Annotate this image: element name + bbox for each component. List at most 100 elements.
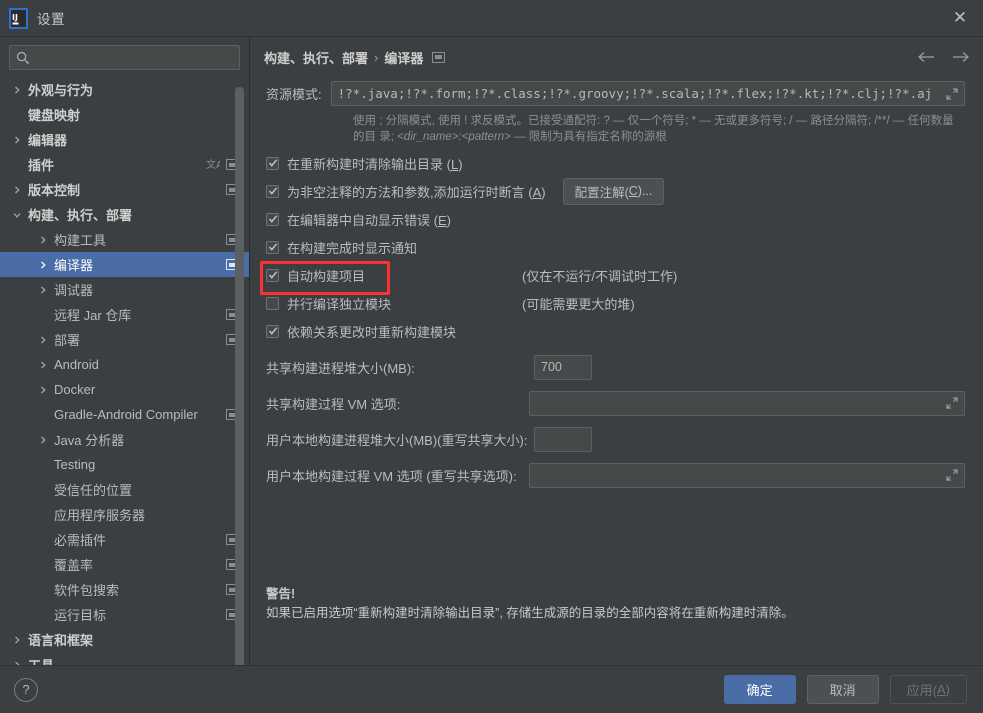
chevron-right-icon[interactable] bbox=[36, 361, 49, 369]
sidebar-item-10[interactable]: 部署 bbox=[0, 327, 249, 352]
checkbox-4[interactable] bbox=[266, 268, 279, 282]
configure-annotations-mnemonic: C bbox=[628, 184, 638, 198]
sidebar-item-16[interactable]: 受信任的位置 bbox=[0, 477, 249, 502]
checkbox-note-4: (仅在不运行/不调试时工作) bbox=[522, 268, 678, 284]
chevron-right-icon[interactable] bbox=[36, 386, 49, 394]
sidebar-item-1[interactable]: 键盘映射 bbox=[0, 102, 249, 127]
breadcrumb-parent[interactable]: 构建、执行、部署 bbox=[264, 48, 368, 67]
checkbox-label-suffix: ) bbox=[541, 184, 546, 200]
configure-annotations-button[interactable]: 配置注解(C)... bbox=[562, 177, 665, 205]
field-label-2: 用户本地构建进程堆大小(MB)(重写共享大小): bbox=[266, 432, 528, 448]
checkbox-6[interactable] bbox=[266, 324, 279, 338]
sidebar-scrollbar-thumb[interactable] bbox=[235, 87, 244, 665]
sidebar-item-8[interactable]: 调试器 bbox=[0, 277, 249, 302]
sidebar-item-label: 远程 Jar 仓库 bbox=[54, 308, 132, 323]
checkbox-1[interactable] bbox=[266, 184, 279, 198]
checkbox-row-2[interactable]: 在编辑器中自动显示错误 (E) bbox=[266, 207, 965, 231]
checkbox-row-5[interactable]: 并行编译独立模块 (可能需要更大的堆) bbox=[266, 291, 965, 315]
sidebar-item-4[interactable]: 版本控制 bbox=[0, 177, 249, 202]
arrow-left-icon[interactable] bbox=[918, 51, 935, 63]
checkbox-3[interactable] bbox=[266, 240, 279, 254]
sidebar-item-14[interactable]: Java 分析器 bbox=[0, 427, 249, 452]
sidebar-item-label: Testing bbox=[54, 457, 96, 472]
sidebar-item-9[interactable]: 远程 Jar 仓库 bbox=[0, 302, 249, 327]
sidebar-item-18[interactable]: 必需插件 bbox=[0, 527, 249, 552]
expand-icon[interactable] bbox=[945, 469, 958, 482]
settings-tree[interactable]: 外观与行为 键盘映射 编辑器 插件 文A 版本控制 构建、执行、部署构建工具编译器调试器远程… bbox=[0, 77, 249, 665]
sidebar-item-label: Gradle-Android Compiler bbox=[54, 407, 198, 422]
checkbox-0[interactable] bbox=[266, 156, 279, 170]
sidebar-item-0[interactable]: 外观与行为 bbox=[0, 77, 249, 102]
checkbox-row-4[interactable]: 自动构建项目 (仅在不运行/不调试时工作) bbox=[260, 261, 965, 295]
sidebar-item-23[interactable]: 工具 bbox=[0, 652, 249, 665]
sidebar-item-label: 插件 bbox=[28, 158, 55, 173]
sidebar-item-12[interactable]: Docker bbox=[0, 377, 249, 402]
sidebar-item-7[interactable]: 编译器 bbox=[0, 252, 249, 277]
checkbox-5[interactable] bbox=[266, 296, 279, 310]
chevron-right-icon[interactable] bbox=[36, 236, 49, 244]
sidebar-item-6[interactable]: 构建工具 bbox=[0, 227, 249, 252]
sidebar-item-label: 工具 bbox=[28, 655, 239, 665]
expand-icon[interactable] bbox=[945, 87, 958, 100]
chevron-right-icon[interactable] bbox=[36, 436, 49, 444]
sidebar-item-label: Docker bbox=[54, 382, 96, 397]
checkbox-row-0[interactable]: 在重新构建时清除输出目录 (L) bbox=[266, 151, 965, 175]
search-icon bbox=[16, 51, 30, 65]
title-bar: IJ 设置 ✕ bbox=[0, 0, 983, 37]
cancel-button[interactable]: 取消 bbox=[806, 675, 879, 704]
checkbox-row-1[interactable]: 为非空注释的方法和参数,添加运行时断言 (A) 配置注解(C)... bbox=[266, 177, 965, 205]
apply-button[interactable]: 应用(A) bbox=[889, 675, 967, 704]
field-row-1: 共享构建过程 VM 选项: bbox=[266, 390, 965, 416]
sidebar-item-3[interactable]: 插件 文A bbox=[0, 152, 249, 177]
chevron-right-icon[interactable] bbox=[10, 86, 23, 94]
chevron-right-icon[interactable] bbox=[36, 261, 49, 269]
field-input-2[interactable] bbox=[534, 426, 592, 452]
close-icon[interactable]: ✕ bbox=[937, 0, 983, 36]
dialog-footer: ? 确定 取消 应用(A) bbox=[0, 665, 983, 713]
search-box[interactable] bbox=[9, 45, 240, 70]
breadcrumb-separator: › bbox=[374, 49, 379, 65]
field-label-0: 共享构建进程堆大小(MB): bbox=[266, 360, 415, 376]
checkbox-label-text: 在重新构建时清除输出目录 ( bbox=[287, 156, 451, 172]
svg-text:IJ: IJ bbox=[12, 13, 18, 22]
nav-arrows bbox=[918, 41, 969, 73]
help-line-2-italic: <dir_name>:<pattern> bbox=[397, 131, 511, 143]
field-input-3[interactable] bbox=[529, 462, 965, 488]
sidebar-item-label: Android bbox=[54, 357, 99, 372]
ok-button[interactable]: 确定 bbox=[723, 675, 796, 704]
field-row-2: 用户本地构建进程堆大小(MB)(重写共享大小): bbox=[266, 426, 965, 452]
expand-icon[interactable] bbox=[945, 397, 958, 410]
sidebar-item-19[interactable]: 覆盖率 bbox=[0, 552, 249, 577]
checkbox-label-text: 并行编译独立模块 bbox=[287, 296, 392, 312]
chevron-right-icon[interactable] bbox=[10, 136, 23, 144]
sidebar-item-21[interactable]: 运行目标 bbox=[0, 602, 249, 627]
sidebar-item-22[interactable]: 语言和框架 bbox=[0, 627, 249, 652]
checkbox-row-6[interactable]: 依赖关系更改时重新构建模块 bbox=[266, 319, 965, 343]
checkbox-label-6: 依赖关系更改时重新构建模块 bbox=[287, 322, 456, 341]
chevron-right-icon[interactable] bbox=[10, 636, 23, 644]
chevron-right-icon[interactable] bbox=[10, 661, 23, 665]
sidebar-item-13[interactable]: Gradle-Android Compiler bbox=[0, 402, 249, 427]
sidebar-item-15[interactable]: Testing bbox=[0, 452, 249, 477]
search-input[interactable] bbox=[30, 49, 233, 66]
sidebar-scrollbar[interactable] bbox=[235, 87, 244, 665]
sidebar-item-17[interactable]: 应用程序服务器 bbox=[0, 502, 249, 527]
field-input-0[interactable]: 700 bbox=[534, 354, 592, 380]
chevron-down-icon[interactable] bbox=[10, 211, 23, 219]
chevron-right-icon[interactable] bbox=[36, 286, 49, 294]
checkbox-2[interactable] bbox=[266, 212, 279, 226]
sidebar-item-11[interactable]: Android bbox=[0, 352, 249, 377]
checkbox-row-3[interactable]: 在构建完成时显示通知 bbox=[266, 235, 965, 259]
chevron-right-icon[interactable] bbox=[10, 186, 23, 194]
sidebar-item-20[interactable]: 软件包搜索 bbox=[0, 577, 249, 602]
field-input-1[interactable] bbox=[529, 390, 965, 416]
arrow-right-icon[interactable] bbox=[952, 51, 969, 63]
sidebar-item-label: 编译器 bbox=[54, 258, 94, 273]
chevron-right-icon[interactable] bbox=[36, 336, 49, 344]
sidebar-item-label: 构建工具 bbox=[54, 233, 107, 248]
resource-patterns-field[interactable]: !?*.java;!?*.form;!?*.class;!?*.groovy;!… bbox=[330, 81, 965, 106]
sidebar-item-label: 运行目标 bbox=[54, 608, 107, 623]
help-button[interactable]: ? bbox=[14, 677, 38, 702]
sidebar-item-2[interactable]: 编辑器 bbox=[0, 127, 249, 152]
sidebar-item-5[interactable]: 构建、执行、部署 bbox=[0, 202, 249, 227]
